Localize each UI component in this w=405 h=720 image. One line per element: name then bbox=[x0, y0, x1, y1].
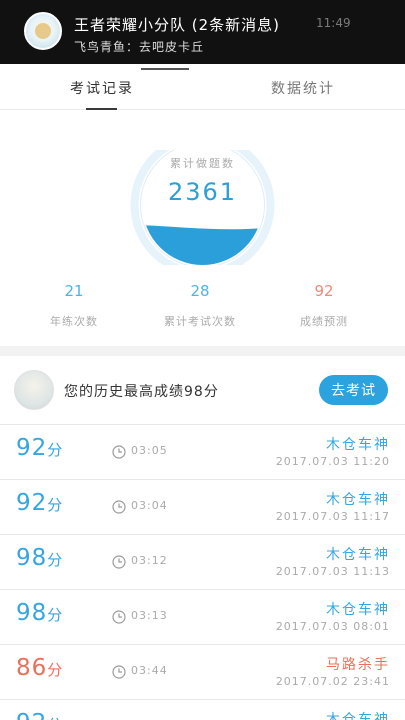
user-avatar[interactable] bbox=[14, 370, 54, 410]
record-score: 98分 bbox=[16, 600, 64, 626]
record-row[interactable]: 98分 03:12 木仓车神 2017.07.03 11:13 bbox=[0, 534, 405, 589]
section-divider bbox=[0, 346, 405, 356]
record-rank-title: 马路杀手 bbox=[326, 657, 390, 673]
clock-icon bbox=[112, 554, 126, 569]
record-row[interactable]: 92分 03:04 木仓车神 2017.07.03 11:17 bbox=[0, 479, 405, 534]
tab-bar bbox=[0, 64, 405, 110]
exam-record-list: 92分 03:05 木仓车神 2017.07.03 11:20 92分 03:04 木仓车神… bbox=[0, 424, 405, 720]
notification-banner[interactable]: 王者荣耀小分队 (2条新消息) 11:49 飞鸟青鱼：去吧皮卡丘 bbox=[0, 0, 405, 64]
record-duration: 03:05 bbox=[131, 444, 168, 457]
tab-exam-records[interactable]: 考试记录 bbox=[70, 78, 134, 98]
clock-icon bbox=[112, 609, 126, 624]
tab-data-stats[interactable]: 数据统计 bbox=[271, 78, 335, 98]
record-duration: 03:13 bbox=[131, 609, 168, 622]
exam-count-label: 累计考试次数 bbox=[164, 315, 236, 328]
notification-title: 王者荣耀小分队 (2条新消息) bbox=[74, 16, 281, 34]
record-rank-title: 木仓车神 bbox=[326, 712, 390, 720]
notification-time: 11:49 bbox=[316, 16, 351, 30]
group-logo-icon bbox=[35, 23, 51, 39]
record-score: 92分 bbox=[16, 435, 64, 461]
gauge-value: 2361 bbox=[167, 178, 238, 206]
clock-icon bbox=[112, 444, 126, 459]
record-score: 86分 bbox=[16, 655, 64, 681]
record-score: 98分 bbox=[16, 545, 64, 571]
active-tab-indicator bbox=[86, 108, 117, 110]
record-row[interactable]: 86分 03:44 马路杀手 2017.07.02 23:41 bbox=[0, 644, 405, 699]
clock-icon bbox=[112, 499, 126, 514]
practice-count-label: 年练次数 bbox=[50, 315, 98, 328]
record-rank-title: 木仓车神 bbox=[326, 492, 390, 508]
group-avatar bbox=[24, 12, 62, 50]
record-datetime: 2017.07.03 11:13 bbox=[275, 565, 390, 578]
clock-icon bbox=[112, 664, 126, 679]
record-row[interactable]: 98分 03:13 木仓车神 2017.07.03 08:01 bbox=[0, 589, 405, 644]
record-score: 92分 bbox=[16, 710, 63, 720]
record-datetime: 2017.07.02 23:41 bbox=[275, 675, 390, 688]
record-row[interactable]: 92分 03:05 木仓车神 2017.07.03 11:20 bbox=[0, 424, 405, 479]
record-datetime: 2017.07.03 08:01 bbox=[275, 620, 390, 633]
record-duration: 03:44 bbox=[131, 664, 168, 677]
practice-count-value: 21 bbox=[64, 282, 84, 300]
record-duration: 03:12 bbox=[131, 554, 168, 567]
record-rank-title: 木仓车神 bbox=[326, 437, 390, 453]
record-row[interactable]: 92分03:20木仓车神 bbox=[0, 699, 405, 720]
record-datetime: 2017.07.03 11:20 bbox=[275, 455, 390, 468]
exam-count-value: 28 bbox=[190, 282, 210, 300]
gauge-label: 累计做题数 bbox=[170, 157, 235, 170]
total-questions-gauge: 累计做题数 2361 bbox=[130, 150, 275, 265]
record-rank-title: 木仓车神 bbox=[326, 547, 390, 563]
record-rank-title: 木仓车神 bbox=[326, 602, 390, 618]
record-score: 92分 bbox=[16, 490, 64, 516]
best-score-text: 您的历史最高成绩98分 bbox=[64, 384, 219, 400]
take-exam-button[interactable]: 去考试 bbox=[319, 375, 388, 405]
record-datetime: 2017.07.03 11:17 bbox=[275, 510, 390, 523]
notification-message: 飞鸟青鱼：去吧皮卡丘 bbox=[74, 40, 205, 54]
record-duration: 03:04 bbox=[131, 499, 168, 512]
app-screen: 王者荣耀小分队 (2条新消息) 11:49 飞鸟青鱼：去吧皮卡丘 考试记录 数据… bbox=[0, 0, 405, 720]
score-prediction-value: 92 bbox=[314, 282, 334, 300]
score-prediction-label: 成绩预测 bbox=[300, 315, 348, 328]
